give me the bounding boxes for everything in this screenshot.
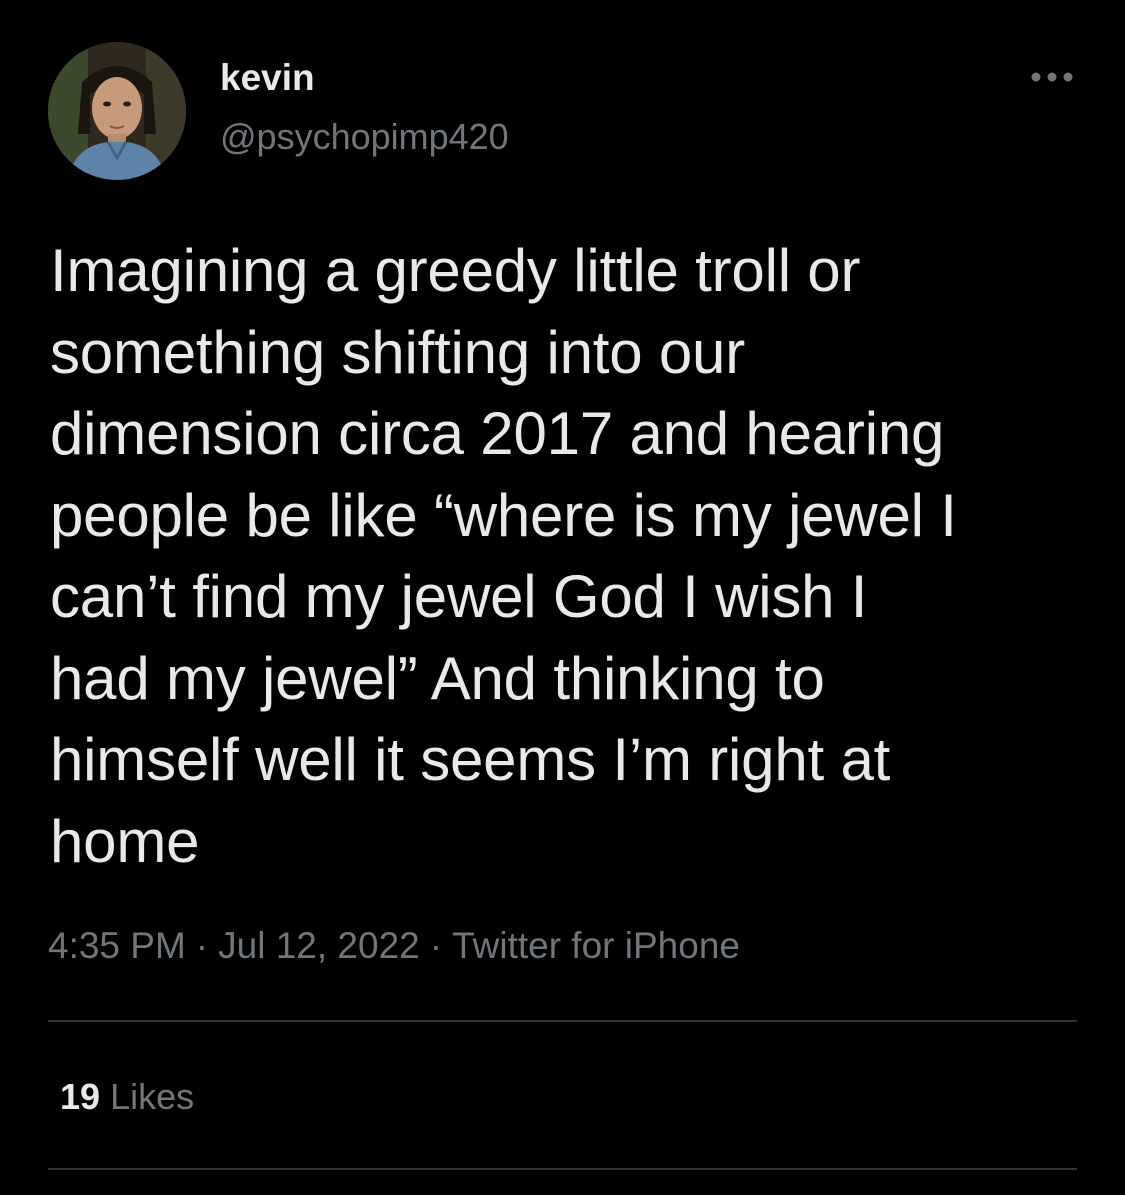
tweet: kevin @psychopimp420 Imagining a greedy … — [0, 0, 1125, 1195]
tweet-source[interactable]: Twitter for iPhone — [452, 925, 740, 966]
tweet-time[interactable]: 4:35 PM — [48, 925, 186, 966]
more-options-button[interactable] — [1024, 62, 1080, 92]
likes-count: 19 — [60, 1076, 101, 1117]
tweet-metadata: 4:35 PM · Jul 12, 2022 · Twitter for iPhone — [48, 920, 740, 972]
divider — [48, 1020, 1077, 1022]
divider — [48, 1168, 1077, 1170]
likes-link[interactable]: 19 Likes — [60, 1074, 194, 1120]
likes-label: Likes — [110, 1076, 195, 1117]
avatar-photo-icon — [48, 42, 186, 180]
meta-separator: · — [195, 925, 209, 966]
meta-separator: · — [429, 925, 443, 966]
display-name[interactable]: kevin — [220, 56, 315, 100]
avatar[interactable] — [48, 42, 186, 180]
tweet-date[interactable]: Jul 12, 2022 — [218, 925, 420, 966]
tweet-text: Imagining a greedy little troll or somet… — [50, 237, 957, 875]
user-handle[interactable]: @psychopimp420 — [220, 115, 509, 159]
more-options-icon — [1031, 72, 1073, 82]
